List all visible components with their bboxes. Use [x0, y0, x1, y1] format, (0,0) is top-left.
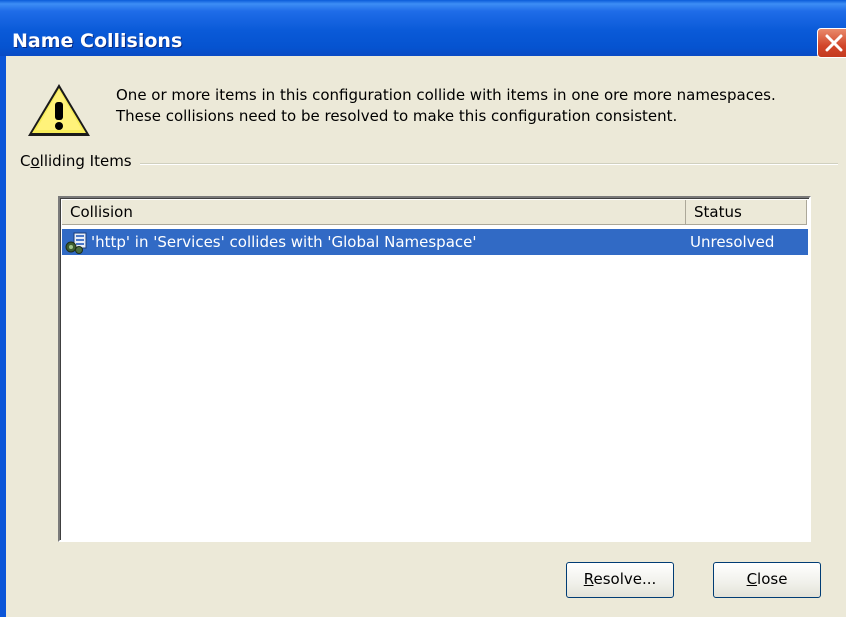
list-row[interactable]: 'http' in 'Services' collides with 'Glob… [62, 229, 808, 255]
group-label-prefix: C [20, 152, 31, 170]
column-header-status[interactable]: Status [686, 200, 807, 225]
name-collisions-dialog: Name Collisions One or more items in thi… [0, 0, 846, 617]
group-label-mnemonic: o [30, 152, 40, 170]
group-label-rest: lliding Items [39, 152, 132, 170]
close-mnemonic: C [746, 570, 758, 588]
collision-message: One or more items in this configuration … [116, 85, 776, 127]
group-divider [20, 163, 838, 165]
close-button[interactable]: Close [713, 562, 821, 598]
list-header: Collision Status [62, 200, 807, 225]
close-window-button[interactable] [817, 28, 846, 58]
service-collision-icon [65, 232, 87, 254]
collision-cell: 'http' in 'Services' collides with 'Glob… [91, 233, 477, 251]
resolve-button[interactable]: Resolve... [566, 562, 674, 598]
status-cell: Unresolved [690, 233, 775, 251]
title-bar[interactable]: Name Collisions [0, 0, 846, 58]
close-icon [825, 34, 843, 52]
colliding-items-group-label: Colliding Items [20, 152, 140, 170]
window-title: Name Collisions [12, 30, 183, 52]
window-frame-left [0, 56, 6, 617]
message-line-2: These collisions need to be resolved to … [116, 107, 678, 125]
message-line-1: One or more items in this configuration … [116, 86, 776, 104]
close-label: lose [757, 570, 788, 588]
warning-icon [28, 84, 90, 136]
collisions-list[interactable]: Collision Status 'http' in 'Services' co… [58, 196, 811, 542]
resolve-mnemonic: R [583, 570, 594, 588]
column-header-collision[interactable]: Collision [62, 200, 686, 225]
resolve-label: esolve... [593, 570, 657, 588]
